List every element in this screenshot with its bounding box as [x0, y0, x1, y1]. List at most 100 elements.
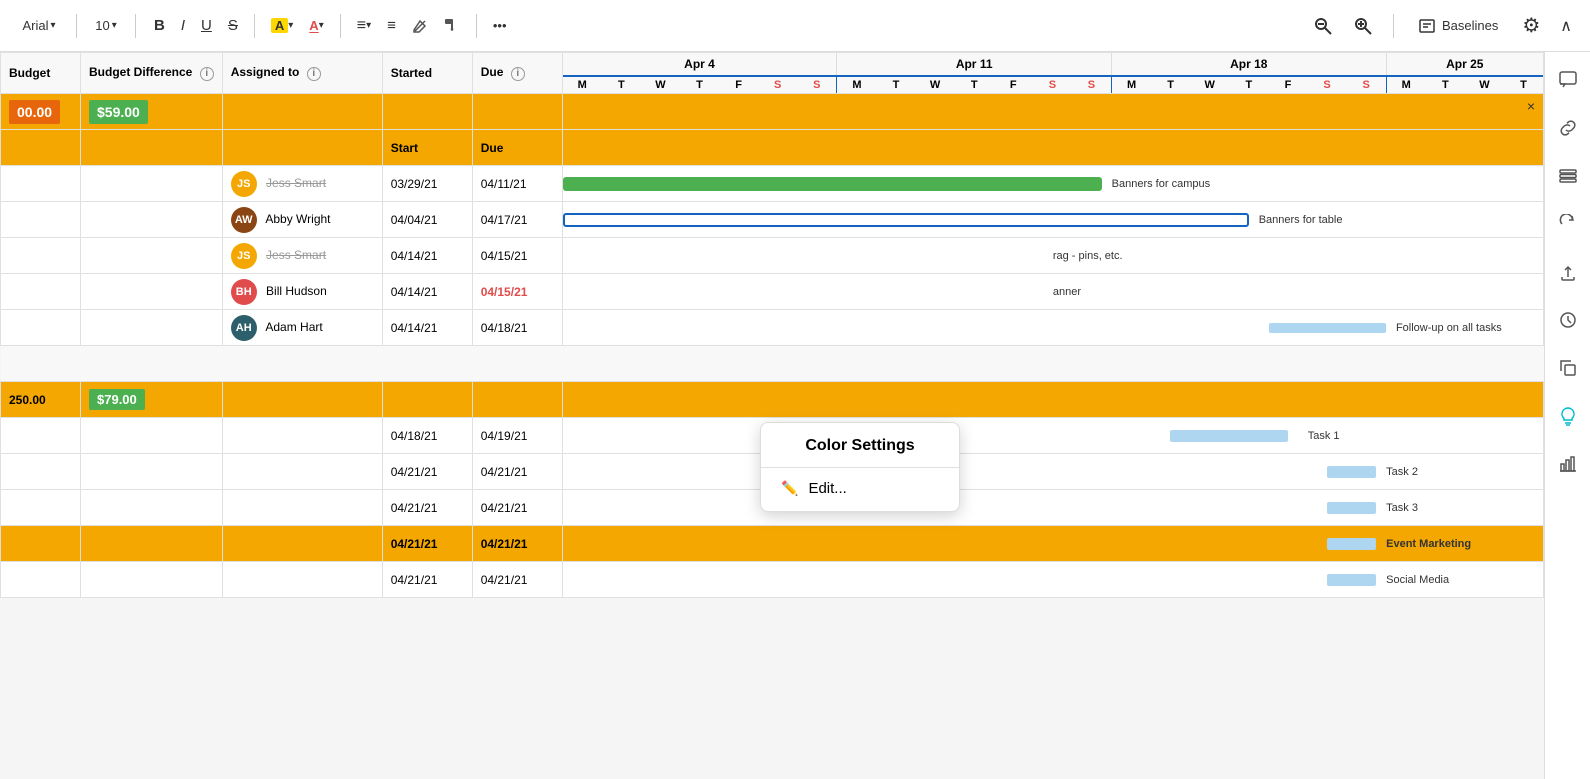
text-color-button[interactable]: A ▾	[303, 14, 329, 37]
zoom-in-button[interactable]	[1347, 12, 1379, 40]
day-S5: S	[1307, 77, 1346, 93]
sep5	[476, 14, 477, 38]
task2-gantt[interactable]: Task 2	[562, 454, 1543, 490]
task1-gantt[interactable]: Task 1	[562, 418, 1543, 454]
color-settings-menu-item[interactable]: Color Settings	[761, 427, 959, 465]
task1-budget	[1, 418, 81, 454]
highlight-button[interactable]: A ▾	[265, 14, 299, 37]
underline-button[interactable]: U	[195, 13, 218, 38]
assigned-info-icon: i	[307, 67, 321, 81]
task-bill-gantt[interactable]: anner	[562, 274, 1543, 310]
gantt-bar-blue-outline	[563, 213, 1249, 227]
gantt-bar-event	[1327, 538, 1376, 550]
indent-button[interactable]: ≡	[381, 13, 402, 38]
summary-mid-budget: 250.00	[1, 382, 81, 418]
bold-button[interactable]: B	[148, 13, 171, 38]
task-abby-budget	[1, 202, 81, 238]
italic-button[interactable]: I	[175, 13, 191, 38]
format-painter-button[interactable]	[438, 14, 466, 38]
day-T7: T	[1426, 77, 1465, 93]
task2-assigned	[222, 454, 382, 490]
text-color-dropdown-icon: ▾	[319, 20, 324, 31]
gantt-header: Apr 4 Apr 11 Apr 18 Apr 25 M	[562, 53, 1543, 94]
social-gantt[interactable]: Social Media	[562, 562, 1543, 598]
right-sidebar	[1544, 52, 1590, 779]
sidebar-upload-icon[interactable]	[1552, 256, 1584, 288]
font-size-selector[interactable]: 10 ▾	[87, 14, 125, 37]
task2-due: 04/21/21	[472, 454, 562, 490]
social-budget-diff	[81, 562, 223, 598]
gantt-label-task2: Task 2	[1386, 466, 1418, 478]
edit-menu-item[interactable]: ✏️ Edit...	[761, 470, 959, 507]
font-name-selector[interactable]: Arial ▾	[12, 14, 66, 37]
task-jess2-gantt[interactable]: rag - pins, etc.	[562, 238, 1543, 274]
social-due: 04/21/21	[472, 562, 562, 598]
clear-format-button[interactable]	[406, 14, 434, 38]
task-adam-gantt[interactable]: Follow-up on all tasks	[562, 310, 1543, 346]
event-due: 04/21/21	[472, 526, 562, 562]
sidebar-link-icon[interactable]	[1552, 112, 1584, 144]
task-row-jess2: JS Jess Smart 04/14/21 04/15/21 rag - pi…	[1, 238, 1544, 274]
settings-button[interactable]: ⚙	[1516, 9, 1546, 42]
day-S1: S	[758, 77, 797, 93]
assigned-header: Assigned to i	[222, 53, 382, 94]
align-button[interactable]: ≡ ▾	[351, 13, 377, 39]
sidebar-copy-icon[interactable]	[1552, 352, 1584, 384]
toolbar-right: Baselines ⚙ ∧	[1307, 9, 1578, 42]
font-name-dropdown-icon: ▾	[50, 20, 55, 31]
task-jess1-gantt[interactable]: Banners for campus	[562, 166, 1543, 202]
day-M4: M	[1387, 77, 1426, 93]
menu-divider	[761, 467, 959, 468]
sidebar-comment-icon[interactable]	[1552, 64, 1584, 96]
gantt-bar-followup	[1269, 323, 1387, 333]
sep6	[1393, 14, 1394, 38]
task-bill-budget-diff	[81, 274, 223, 310]
zoom-out-button[interactable]	[1307, 12, 1339, 40]
main-area: Budget Budget Difference i Assigned to i…	[0, 52, 1590, 779]
sidebar-clock-icon[interactable]	[1552, 304, 1584, 336]
sub-header-due: Due	[472, 130, 562, 166]
budget-header: Budget	[1, 53, 81, 94]
summary-mid-row: 250.00 $79.00	[1, 382, 1544, 418]
task3-gantt[interactable]: Task 3	[562, 490, 1543, 526]
sep1	[76, 14, 77, 38]
social-started: 04/21/21	[382, 562, 472, 598]
task-adam-budget	[1, 310, 81, 346]
task2-budget-diff	[81, 454, 223, 490]
sidebar-refresh-icon[interactable]	[1552, 208, 1584, 240]
event-gantt[interactable]: Event Marketing	[562, 526, 1543, 562]
task-bill-started: 04/14/21	[382, 274, 472, 310]
sidebar-layers-icon[interactable]	[1552, 160, 1584, 192]
task-abby-gantt[interactable]: Banners for table	[562, 202, 1543, 238]
gantt-label-social: Social Media	[1386, 574, 1449, 586]
task-jess1-budget-diff	[81, 166, 223, 202]
budget-diff-info-icon: i	[200, 67, 214, 81]
sub-header-budget	[1, 130, 81, 166]
task-abby-assigned: AW Abby Wright	[222, 202, 382, 238]
day-W3: W	[1190, 77, 1229, 93]
format-controls: B I U S A ▾ A ▾ ≡ ▾ ≡ •••	[148, 13, 513, 39]
table-wrapper: Budget Budget Difference i Assigned to i…	[0, 52, 1544, 779]
avatar-bh: BH	[231, 279, 257, 305]
task-jess1-assigned: JS Jess Smart	[222, 166, 382, 202]
avatar-js1: JS	[231, 171, 257, 197]
sidebar-lightbulb-icon[interactable]	[1552, 400, 1584, 432]
close-button[interactable]: ×	[1527, 98, 1535, 114]
task-jess2-name: Jess Smart	[266, 248, 326, 262]
gantt-label-task3: Task 3	[1386, 502, 1418, 514]
task-jess2-due: 04/15/21	[472, 238, 562, 274]
strikethrough-button[interactable]: S	[222, 13, 244, 38]
event-budget	[1, 526, 81, 562]
day-S4: S	[1072, 77, 1112, 93]
day-T8: T	[1504, 77, 1543, 93]
sidebar-chart-icon[interactable]	[1552, 448, 1584, 480]
task-adam-started: 04/14/21	[382, 310, 472, 346]
baselines-button[interactable]: Baselines	[1408, 13, 1508, 39]
sub-header-row: Start Due	[1, 130, 1544, 166]
task-jess2-budget	[1, 238, 81, 274]
task3-assigned	[222, 490, 382, 526]
collapse-button[interactable]: ∧	[1554, 12, 1578, 40]
day-W1: W	[641, 77, 680, 93]
task1-budget-diff	[81, 418, 223, 454]
more-button[interactable]: •••	[487, 14, 513, 37]
